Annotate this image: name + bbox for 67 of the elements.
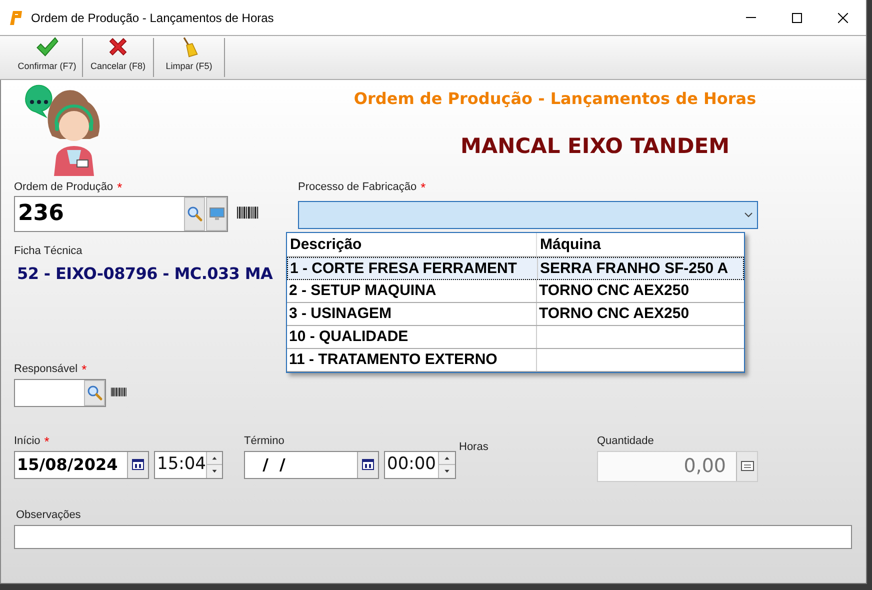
option-cell: 2 - SETUP MAQUINA <box>287 280 537 302</box>
field-label: Processo de Fabricação <box>298 180 417 195</box>
search-button[interactable] <box>84 380 105 406</box>
required-mark: * <box>420 180 426 195</box>
toolbar-button[interactable]: Limpar (F5) <box>154 36 224 79</box>
calendar-icon <box>362 459 374 470</box>
required-mark: * <box>117 180 122 195</box>
product-title: MANCAL EIXO TANDEM <box>460 133 730 160</box>
option-cell: 11 - TRATAMENTO EXTERNO <box>287 349 537 371</box>
start-date-value: 15/08/2024 <box>16 454 119 476</box>
end-date-value: / / <box>262 454 286 476</box>
field-label: Horas <box>459 440 488 452</box>
field-label: Quantidade <box>597 434 654 448</box>
responsible-field[interactable] <box>14 378 106 406</box>
end-date-field[interactable]: / / <box>244 450 379 478</box>
field-label: Responsável <box>14 362 78 376</box>
notes-field[interactable] <box>14 525 852 549</box>
monitor-button[interactable] <box>206 197 227 231</box>
close-icon <box>838 12 848 22</box>
column-header: Máquina <box>539 235 602 255</box>
toolbar-button[interactable]: Cancelar (F8) <box>83 36 153 79</box>
column-header: Descrição <box>287 233 537 256</box>
required-mark: * <box>82 362 87 376</box>
required-mark: * <box>44 434 50 448</box>
time-field[interactable]: 00:00 <box>384 450 456 478</box>
field-label: Término <box>244 434 284 448</box>
calendar-button[interactable] <box>357 452 378 478</box>
field-label: Observações <box>16 508 81 522</box>
search-button[interactable] <box>184 197 205 231</box>
window-title: Ordem de Produção - Lançamentos de Horas <box>31 10 275 26</box>
option-cell-text: SERRA FRANHO SF-250 A <box>539 259 730 279</box>
production-order-field[interactable]: 236 <box>14 196 228 232</box>
process-option[interactable]: 3 - USINAGEM TORNO CNC AEX250 <box>287 303 744 326</box>
minimize-icon <box>746 17 756 18</box>
field-label: Ficha Técnica <box>14 244 82 259</box>
option-cell: 10 - QUALIDADE <box>287 326 537 348</box>
chevron-down-icon <box>744 212 753 218</box>
start-date-field[interactable]: 15/08/2024 <box>14 450 149 478</box>
calendar-button[interactable] <box>127 452 148 478</box>
spinner[interactable] <box>438 452 455 478</box>
process-dropdown[interactable] <box>298 201 758 229</box>
production-order-value: 236 <box>17 200 65 228</box>
process-option[interactable]: 2 - SETUP MAQUINA TORNO CNC AEX250 <box>287 280 744 303</box>
option-cell-text: TORNO CNC AEX250 <box>538 304 690 324</box>
technical-sheet-value: 52 - EIXO-08796 - MC.033 MA <box>17 262 273 284</box>
spinner[interactable] <box>206 452 222 478</box>
field-label: Ordem de Produção <box>14 180 114 195</box>
option-cell: 1 - CORTE FRESA FERRAMENT <box>288 258 538 279</box>
quantity-value: 0,00 <box>682 454 727 479</box>
calculator-icon <box>740 461 754 471</box>
monitor-icon <box>208 207 224 221</box>
option-cell-text: TORNO CNC AEX250 <box>538 281 690 301</box>
time-field[interactable]: 15:04 <box>154 450 223 478</box>
form-title: Ordem de Produção - Lançamentos de Horas <box>354 88 756 110</box>
time-value: 00:00 <box>386 452 437 476</box>
process-option[interactable]: 11 - TRATAMENTO EXTERNO <box>287 349 744 372</box>
calendar-icon <box>132 459 144 470</box>
process-option[interactable]: 10 - QUALIDADE <box>287 326 744 349</box>
field-label: Início <box>14 434 40 448</box>
app-logo-icon <box>10 10 24 26</box>
search-icon <box>186 206 202 222</box>
option-cell: 3 - USINAGEM <box>287 303 537 325</box>
time-value: 15:04 <box>156 452 206 476</box>
process-option[interactable]: 1 - CORTE FRESA FERRAMENT SERRA FRANHO SF-250 A <box>287 257 744 280</box>
maximize-icon <box>792 12 802 22</box>
search-icon <box>86 384 102 400</box>
toolbar-button[interactable]: Confirmar (F7) <box>12 36 82 79</box>
